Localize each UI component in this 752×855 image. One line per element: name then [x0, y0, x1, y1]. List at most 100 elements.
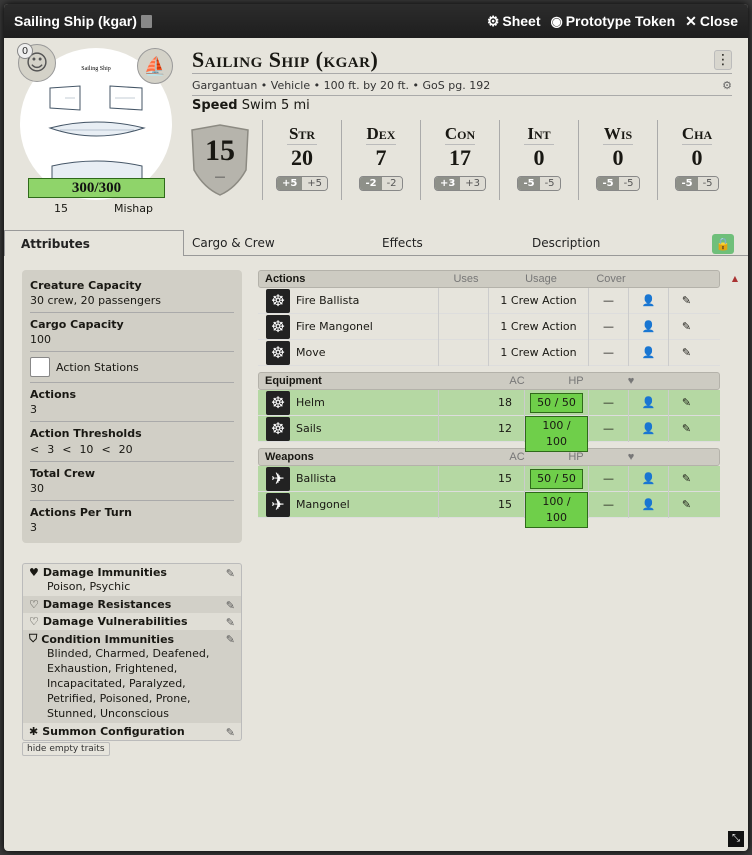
- title-bar[interactable]: Sailing Ship (kgar) ⚙ Sheet ◉ Prototype To…: [4, 4, 748, 38]
- edit-icon[interactable]: ✎: [668, 465, 704, 492]
- ability-modifiers: +5 +5: [275, 176, 329, 191]
- ability-score[interactable]: 0: [603, 144, 633, 171]
- ability-abbr[interactable]: Con: [421, 124, 499, 144]
- speed-value[interactable]: Swim 5 mi: [242, 98, 310, 113]
- edit-icon[interactable]: ✎: [668, 415, 704, 442]
- ability-save[interactable]: -5: [618, 177, 639, 190]
- item-hp[interactable]: 100 / 100: [525, 415, 588, 452]
- edit-icon[interactable]: ✎: [668, 287, 704, 314]
- ability-save[interactable]: -5: [539, 177, 560, 190]
- ability-dex: Dex 7 -2 -2: [341, 120, 420, 200]
- item-name[interactable]: Fire Ballista: [290, 294, 438, 307]
- ability-mod[interactable]: -5: [676, 177, 698, 190]
- tab-cargo-crew[interactable]: Cargo & Crew: [184, 230, 374, 255]
- armor-class[interactable]: 15: [190, 134, 250, 168]
- pencil-icon[interactable]: ✎: [226, 633, 235, 646]
- edit-icon[interactable]: ✎: [668, 313, 704, 340]
- ability-mod[interactable]: -2: [360, 177, 382, 190]
- tab-attributes[interactable]: Attributes: [4, 230, 184, 256]
- creature-capacity-value[interactable]: 30 crew, 20 passengers: [30, 294, 234, 307]
- item-hp[interactable]: 50 / 50: [530, 468, 583, 489]
- smile-icon[interactable]: ☺ 0: [17, 43, 56, 82]
- table-row[interactable]: ☸ Sails 12 100 / 100— 👤 ✎: [258, 415, 720, 452]
- ability-score[interactable]: 20: [287, 144, 317, 171]
- hide-empty-traits-button[interactable]: hide empty traits: [22, 742, 110, 756]
- prototype-token-button[interactable]: ◉ Prototype Token: [551, 13, 676, 30]
- table-row[interactable]: ✈ Ballista 15 50 / 50— 👤 ✎: [258, 465, 720, 492]
- actions-header: Actions Uses Usage Cover: [258, 270, 720, 288]
- action-thresholds-label: Action Thresholds: [30, 427, 142, 440]
- crew-user-icon[interactable]: 👤: [628, 465, 668, 492]
- ability-save[interactable]: -5: [697, 177, 718, 190]
- pencil-icon[interactable]: ✎: [226, 599, 235, 612]
- ability-mod[interactable]: +5: [276, 177, 303, 190]
- table-row[interactable]: ☸ Helm 18 50 / 50— 👤 ✎: [258, 389, 720, 416]
- sheet-config-button[interactable]: ⚙ Sheet: [487, 13, 541, 30]
- ability-abbr[interactable]: Str: [263, 124, 341, 144]
- features-panel: Actions Uses Usage Cover ☸ Fire Ballista 1…: [258, 270, 720, 528]
- crew-user-icon[interactable]: 👤: [628, 313, 668, 340]
- table-row[interactable]: ☸ Fire Mangonel 1 Crew Action — 👤 ✎: [258, 313, 720, 340]
- pencil-icon[interactable]: ✎: [226, 726, 235, 739]
- action-stations-checkbox[interactable]: [30, 357, 50, 377]
- pencil-icon[interactable]: ✎: [226, 616, 235, 629]
- resize-handle-icon[interactable]: ⤡: [728, 831, 744, 847]
- crew-user-icon[interactable]: 👤: [628, 339, 668, 366]
- item-name[interactable]: Move: [290, 346, 438, 359]
- settings-gear-icon[interactable]: ⚙: [722, 79, 732, 92]
- crew-user-icon[interactable]: 👤: [628, 389, 668, 416]
- ability-save[interactable]: +3: [460, 177, 486, 190]
- item-name[interactable]: Fire Mangonel: [290, 320, 438, 333]
- ability-mod[interactable]: -5: [518, 177, 540, 190]
- document-icon[interactable]: [140, 14, 152, 28]
- table-row[interactable]: ☸ Move 1 Crew Action — 👤 ✎: [258, 339, 720, 366]
- lock-icon[interactable]: 🔒: [712, 234, 734, 254]
- ability-abbr[interactable]: Cha: [658, 124, 736, 144]
- crew-user-icon[interactable]: 👤: [628, 415, 668, 442]
- item-hp[interactable]: 50 / 50: [530, 392, 583, 413]
- attributes-panel: Creature Capacity 30 crew, 20 passengers …: [22, 270, 242, 543]
- ability-score[interactable]: 7: [366, 144, 396, 171]
- scroll-up-icon[interactable]: ▲: [732, 274, 738, 283]
- action-stations-label: Action Stations: [56, 360, 139, 374]
- item-name[interactable]: Mangonel: [290, 498, 438, 511]
- pencil-icon[interactable]: ✎: [226, 567, 235, 580]
- ability-mod[interactable]: +3: [434, 177, 461, 190]
- more-options-icon[interactable]: ⋮: [714, 49, 732, 70]
- table-row[interactable]: ✈ Mangonel 15 100 / 100— 👤 ✎: [258, 491, 720, 528]
- threshold-value[interactable]: 10: [79, 443, 93, 456]
- ability-abbr[interactable]: Wis: [579, 124, 657, 144]
- ability-abbr[interactable]: Dex: [342, 124, 420, 144]
- item-name[interactable]: Helm: [290, 396, 438, 409]
- item-name[interactable]: Ballista: [290, 472, 438, 485]
- ability-score[interactable]: 17: [445, 144, 475, 171]
- close-button[interactable]: ✕ Close: [685, 13, 738, 30]
- edit-icon[interactable]: ✎: [668, 339, 704, 366]
- actor-name[interactable]: Sailing Ship (kgar): [192, 47, 714, 73]
- cargo-capacity-value[interactable]: 100: [30, 333, 234, 346]
- tab-description[interactable]: Description: [524, 230, 608, 255]
- edit-icon[interactable]: ✎: [668, 389, 704, 416]
- ability-save[interactable]: -2: [381, 177, 402, 190]
- crew-user-icon[interactable]: 👤: [628, 287, 668, 314]
- sailboat-icon[interactable]: ⛵: [137, 48, 173, 84]
- crew-user-icon[interactable]: 👤: [628, 491, 668, 518]
- item-name[interactable]: Sails: [290, 422, 438, 435]
- table-row[interactable]: ☸ Fire Ballista 1 Crew Action — 👤 ✎: [258, 287, 720, 314]
- total-crew-value[interactable]: 30: [30, 482, 234, 495]
- ability-mod[interactable]: -5: [597, 177, 619, 190]
- item-dash: —: [588, 491, 628, 518]
- actions-per-turn-value[interactable]: 3: [30, 521, 234, 534]
- tab-effects[interactable]: Effects: [374, 230, 524, 255]
- item-hp[interactable]: 100 / 100: [525, 491, 588, 528]
- threshold-value[interactable]: 20: [119, 443, 133, 456]
- ability-score[interactable]: 0: [682, 144, 712, 171]
- ability-abbr[interactable]: Int: [500, 124, 578, 144]
- actions-value[interactable]: 3: [30, 403, 234, 416]
- threshold-value[interactable]: 3: [47, 443, 54, 456]
- ability-score[interactable]: 0: [524, 144, 554, 171]
- weapons-header: Weapons AC HP ♥: [258, 448, 720, 466]
- edit-icon[interactable]: ✎: [668, 491, 704, 518]
- ability-save[interactable]: +5: [302, 177, 328, 190]
- hp-bar[interactable]: 300/300: [28, 178, 165, 198]
